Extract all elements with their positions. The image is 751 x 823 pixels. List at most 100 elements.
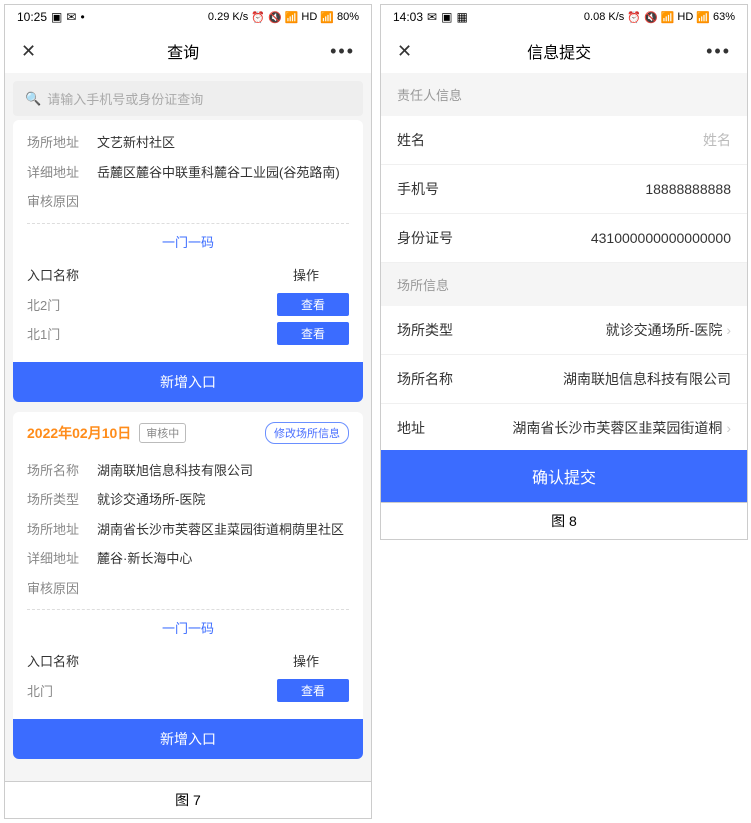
section-header: 责任人信息 <box>381 73 747 116</box>
form-row-address[interactable]: 地址 湖南省长沙市芙蓉区韭菜园街道桐 › <box>381 404 747 453</box>
form-label: 场所名称 <box>397 369 453 389</box>
net-speed: 0.08 K/s <box>584 11 624 23</box>
form-label: 场所类型 <box>397 320 453 340</box>
search-icon: 🔍 <box>25 91 41 107</box>
phone-left: 10:25 ▣ ✉ • 0.29 K/s ⏰ 🔇 📶 HD 📶 80% ✕ 查询… <box>4 4 372 782</box>
field-value <box>97 579 349 599</box>
hd-icon: HD <box>301 11 317 23</box>
status-badge: 审核中 <box>139 423 186 443</box>
gate-name: 北门 <box>27 681 53 700</box>
form-label: 身份证号 <box>397 228 453 248</box>
app-header: ✕ 查询 ••• <box>5 29 371 73</box>
section-header: 场所信息 <box>381 263 747 306</box>
view-button[interactable]: 查看 <box>277 322 349 345</box>
form-label: 姓名 <box>397 130 425 150</box>
chevron-right-icon: › <box>726 420 731 436</box>
mute-icon: 🔇 <box>644 11 658 24</box>
field-label: 审核原因 <box>27 579 97 599</box>
hd-icon: HD <box>677 11 693 23</box>
search-input[interactable]: 🔍 请输入手机号或身份证查询 <box>13 81 363 116</box>
figure-caption: 图 7 <box>4 782 372 819</box>
form-label: 手机号 <box>397 179 439 199</box>
field-label: 场所地址 <box>27 133 97 153</box>
field-label: 场所地址 <box>27 520 97 540</box>
image-icon: ▣ <box>441 10 452 24</box>
phone-right: 14:03 ✉ ▣ ▦ 0.08 K/s ⏰ 🔇 📶 HD 📶 63% ✕ 信息… <box>380 4 748 503</box>
wifi-icon: 📶 <box>661 11 675 24</box>
table-row: 北1门 查看 <box>27 319 349 348</box>
view-button[interactable]: 查看 <box>277 293 349 316</box>
gate-name: 北1门 <box>27 324 60 343</box>
signal-icon: 📶 <box>696 11 710 24</box>
status-bar: 10:25 ▣ ✉ • 0.29 K/s ⏰ 🔇 📶 HD 📶 80% <box>5 5 371 29</box>
add-entrance-button[interactable]: 新增入口 <box>13 719 363 759</box>
mute-icon: 🔇 <box>268 11 282 24</box>
battery: 63% <box>713 11 735 23</box>
card-date: 2022年02月10日 <box>27 423 131 443</box>
field-label: 审核原因 <box>27 192 97 212</box>
form-body: 责任人信息 姓名 姓名 手机号 18888888888 身份证号 4310000… <box>381 73 747 502</box>
form-row-type[interactable]: 场所类型 就诊交通场所-医院 › <box>381 306 747 355</box>
close-icon[interactable]: ✕ <box>397 41 412 62</box>
form-value: 姓名 <box>445 130 731 150</box>
status-time: 14:03 <box>393 10 423 24</box>
net-speed: 0.29 K/s <box>208 11 248 23</box>
field-value: 文艺新村社区 <box>97 133 349 153</box>
table-row: 北门 查看 <box>27 676 349 705</box>
signal-icon: 📶 <box>320 11 334 24</box>
form-row-place-name[interactable]: 场所名称 湖南联旭信息科技有限公司 <box>381 355 747 404</box>
form-row-phone[interactable]: 手机号 18888888888 <box>381 165 747 214</box>
app-header: ✕ 信息提交 ••• <box>381 29 747 73</box>
table-row: 北2门 查看 <box>27 290 349 319</box>
chevron-right-icon: › <box>726 322 731 338</box>
image-icon: ▣ <box>51 10 62 24</box>
field-label: 场所名称 <box>27 461 97 481</box>
form-value: 湖南省长沙市芙蓉区韭菜园街道桐 <box>445 418 722 438</box>
submit-button[interactable]: 确认提交 <box>381 450 747 502</box>
page-title: 查询 <box>36 39 330 63</box>
form-value: 431000000000000000 <box>473 230 731 246</box>
code-link[interactable]: 一门一码 <box>27 609 349 645</box>
field-value: 岳麓区麓谷中联重科麓谷工业园(谷苑路南) <box>97 163 349 183</box>
figure-caption: 图 8 <box>380 503 748 540</box>
location-card: 场所地址 文艺新村社区 详细地址 岳麓区麓谷中联重科麓谷工业园(谷苑路南) 审核… <box>13 120 363 402</box>
page-title: 信息提交 <box>412 39 706 63</box>
th-op: 操作 <box>293 651 319 670</box>
wifi-icon: 📶 <box>285 11 299 24</box>
form-value: 就诊交通场所-医院 <box>473 320 722 340</box>
alarm-icon: ⏰ <box>251 11 265 24</box>
field-value: 麓谷·新长海中心 <box>97 549 349 569</box>
field-value <box>97 192 349 212</box>
close-icon[interactable]: ✕ <box>21 41 36 62</box>
alarm-icon: ⏰ <box>627 11 641 24</box>
form-row-name[interactable]: 姓名 姓名 <box>381 116 747 165</box>
battery: 80% <box>337 11 359 23</box>
field-value: 湖南联旭信息科技有限公司 <box>97 461 349 481</box>
form-row-idcard[interactable]: 身份证号 431000000000000000 <box>381 214 747 263</box>
field-label: 场所类型 <box>27 490 97 510</box>
th-name: 入口名称 <box>27 651 79 670</box>
scroll-area[interactable]: 🔍 请输入手机号或身份证查询 场所地址 文艺新村社区 详细地址 岳麓区麓谷中联重… <box>5 73 371 781</box>
gate-name: 北2门 <box>27 295 60 314</box>
more-icon[interactable]: ••• <box>330 41 355 62</box>
app-icon: ▦ <box>456 10 467 24</box>
location-card: 2022年02月10日 审核中 修改场所信息 场所名称 湖南联旭信息科技有限公司… <box>13 412 363 760</box>
wechat-icon: ✉ <box>427 10 437 24</box>
edit-location-button[interactable]: 修改场所信息 <box>265 422 349 444</box>
status-time: 10:25 <box>17 10 47 24</box>
field-value: 湖南省长沙市芙蓉区韭菜园街道桐荫里社区 <box>97 520 349 540</box>
field-value: 就诊交通场所-医院 <box>97 490 349 510</box>
field-label: 详细地址 <box>27 549 97 569</box>
form-value: 湖南联旭信息科技有限公司 <box>473 369 731 389</box>
more-icon[interactable]: ••• <box>706 41 731 62</box>
search-placeholder: 请输入手机号或身份证查询 <box>47 89 203 108</box>
status-bar: 14:03 ✉ ▣ ▦ 0.08 K/s ⏰ 🔇 📶 HD 📶 63% <box>381 5 747 29</box>
view-button[interactable]: 查看 <box>277 679 349 702</box>
dots-icon: • <box>80 10 84 24</box>
form-value: 18888888888 <box>459 181 731 197</box>
th-op: 操作 <box>293 265 319 284</box>
add-entrance-button[interactable]: 新增入口 <box>13 362 363 402</box>
code-link[interactable]: 一门一码 <box>27 223 349 259</box>
th-name: 入口名称 <box>27 265 79 284</box>
form-label: 地址 <box>397 418 425 438</box>
